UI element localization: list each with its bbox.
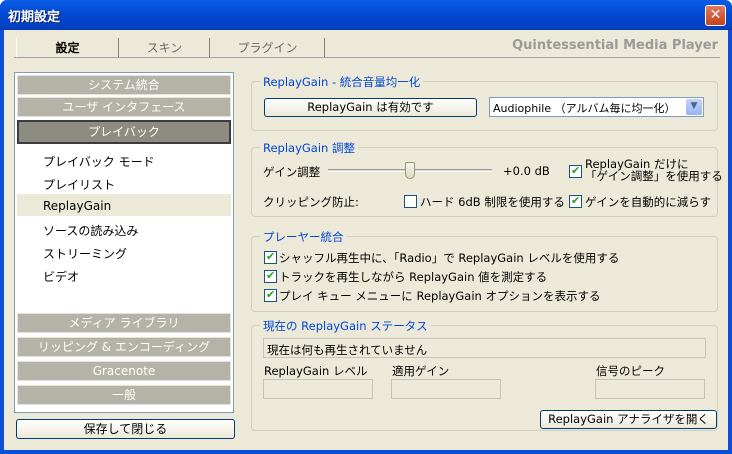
brand-title: Quintessential Media Player (512, 38, 718, 53)
radio-level-checkbox[interactable] (264, 250, 277, 264)
hard-limit-label: ハード 6dB 制限を使用する (420, 195, 565, 209)
measure-label: トラックを再生しながら ReplayGain 値を測定する (279, 270, 548, 284)
window: 初期設定 ✕ 設定 スキン プラグイン Quintessential Media… (0, 0, 732, 454)
tab-settings[interactable]: 設定 (16, 38, 119, 58)
group-player-integration: プレーヤー統合 シャッフル再生中に、「Radio」で ReplayGain レベ… (251, 229, 718, 312)
auto-reduce-label: ゲインを自動的に減らす (585, 195, 712, 209)
hard-limit-checkbox[interactable] (404, 195, 417, 208)
nav-category-playback[interactable]: プレイバック (17, 120, 231, 144)
queue-menu-label: プレイ キュー メニューに ReplayGain オプションを表示する (279, 289, 601, 303)
only-gain-label-line2: 「ゲイン調整」を使用する (585, 169, 723, 183)
tab-plugins[interactable]: プラグイン (211, 38, 325, 58)
tab-divider (14, 57, 720, 58)
applied-gain-label: 適用ゲイン (392, 364, 450, 378)
settings-nav: システム統合 ユーザ インタフェース プレイバック プレイバック モード プレイ… (14, 72, 234, 413)
gain-slider-track[interactable] (328, 162, 492, 179)
auto-reduce-checkbox[interactable] (569, 194, 582, 208)
replaygain-toggle-button[interactable]: ReplayGain は有効です (264, 98, 477, 117)
level-label: ReplayGain レベル (264, 364, 368, 378)
nav-item-streaming[interactable]: ストリーミング (43, 245, 127, 262)
group-title-status: 現在の ReplayGain ステータス (260, 318, 431, 334)
applied-gain-field (391, 379, 501, 399)
queue-menu-checkbox[interactable] (264, 288, 277, 302)
level-field (263, 379, 373, 399)
group-title-player: プレーヤー統合 (260, 229, 347, 245)
radio-level-label: シャッフル再生中に、「Radio」で ReplayGain レベルを使用する (279, 251, 620, 265)
group-replaygain-unify: ReplayGain - 統合音量均一化 ReplayGain は有効です Au… (251, 74, 718, 131)
clipping-label: クリッピング防止: (263, 195, 359, 209)
tab-skins[interactable]: スキン (120, 38, 210, 58)
mode-select-value: Audiophile （アルバム毎に均一化） (493, 102, 676, 115)
group-replaygain-adjust: ReplayGain 調整 ゲイン調整 +0.0 dB ReplayGain だ… (251, 140, 723, 217)
dialog-body: 設定 スキン プラグイン Quintessential Media Player… (4, 30, 728, 450)
nav-category-system[interactable]: システム統合 (17, 75, 231, 95)
save-and-close-button[interactable]: 保存して閉じる (16, 419, 235, 439)
gain-label: ゲイン調整 (263, 165, 321, 179)
nav-category-media-library[interactable]: メディア ライブラリ (17, 313, 231, 333)
window-title: 初期設定 (8, 10, 61, 25)
now-playing-text: 現在は何も再生されていません (267, 343, 428, 357)
group-status: 現在の ReplayGain ステータス 現在は何も再生されていません Repl… (251, 318, 718, 431)
nav-item-playlist[interactable]: プレイリスト (43, 176, 115, 193)
nav-item-replaygain[interactable]: ReplayGain (43, 199, 111, 213)
group-title-adjust: ReplayGain 調整 (260, 140, 358, 156)
nav-item-video[interactable]: ビデオ (43, 268, 79, 285)
mode-select[interactable]: Audiophile （アルバム毎に均一化） ▼ (489, 97, 704, 117)
gain-value: +0.0 dB (503, 164, 550, 178)
chevron-down-icon[interactable]: ▼ (686, 99, 702, 115)
nav-item-source-loading[interactable]: ソースの読み込み (43, 222, 138, 239)
nav-item-playback-mode[interactable]: プレイバック モード (43, 153, 155, 170)
nav-category-ripping[interactable]: リッピング & エンコーディング (17, 337, 231, 357)
gain-slider-thumb[interactable] (405, 162, 415, 179)
nav-category-ui[interactable]: ユーザ インタフェース (17, 97, 231, 117)
only-gain-checkbox[interactable] (569, 164, 582, 178)
group-title-unify: ReplayGain - 統合音量均一化 (260, 74, 424, 90)
peak-field (595, 379, 705, 399)
open-analyzer-button[interactable]: ReplayGain アナライザを開く (540, 410, 717, 429)
measure-checkbox[interactable] (264, 269, 277, 283)
title-bar[interactable]: 初期設定 ✕ (0, 0, 732, 30)
close-button[interactable]: ✕ (705, 5, 726, 26)
nav-category-gracenote[interactable]: Gracenote (17, 361, 231, 381)
nav-category-general[interactable]: 一般 (17, 385, 231, 405)
now-playing-field: 現在は何も再生されていません (263, 338, 706, 358)
peak-label: 信号のピーク (596, 364, 665, 378)
